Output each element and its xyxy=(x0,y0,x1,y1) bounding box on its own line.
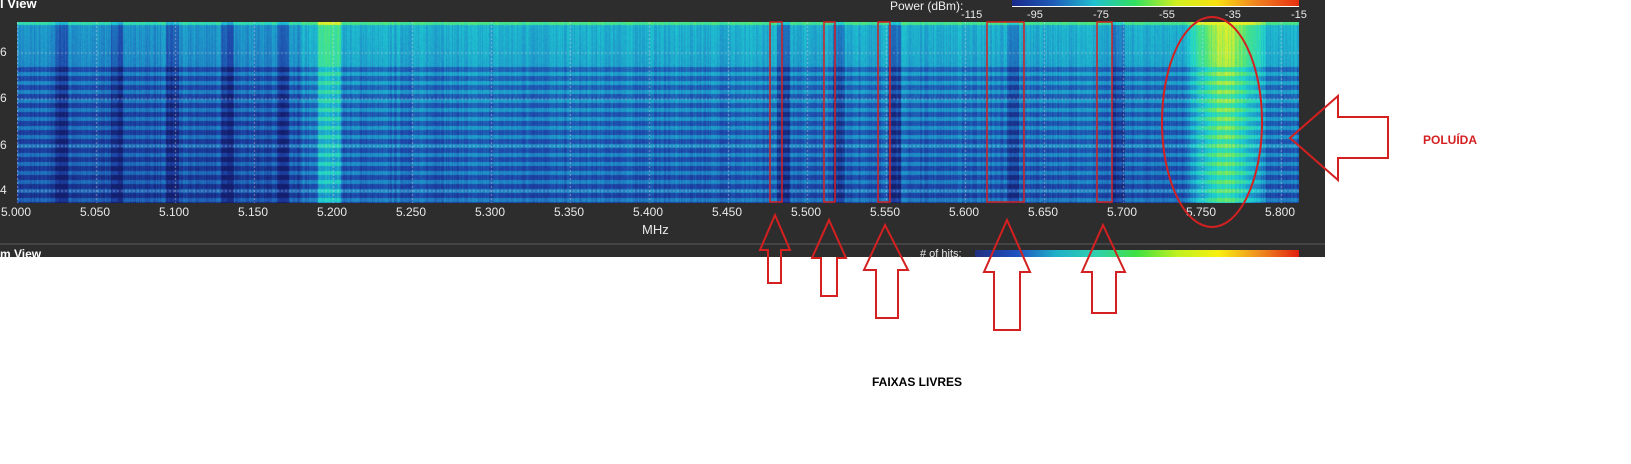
polluted-band-ellipse xyxy=(1161,16,1263,228)
free-band-box xyxy=(877,21,891,203)
up-arrow-icon xyxy=(862,222,910,319)
free-band-box xyxy=(823,21,836,203)
annotation-overlay xyxy=(758,16,1389,331)
left-arrow-icon xyxy=(1288,93,1389,183)
free-band-box xyxy=(986,21,1025,203)
free-bands-label: FAIXAS LIVRES xyxy=(872,375,963,389)
free-band-box xyxy=(1096,21,1113,203)
free-band-box xyxy=(769,21,783,203)
up-arrow-icon xyxy=(758,212,792,284)
up-arrow-icon xyxy=(810,217,848,297)
up-arrow-icon xyxy=(982,217,1032,331)
up-arrow-icon xyxy=(1080,222,1127,314)
polluted-label: POLUÍDA xyxy=(1423,133,1477,147)
